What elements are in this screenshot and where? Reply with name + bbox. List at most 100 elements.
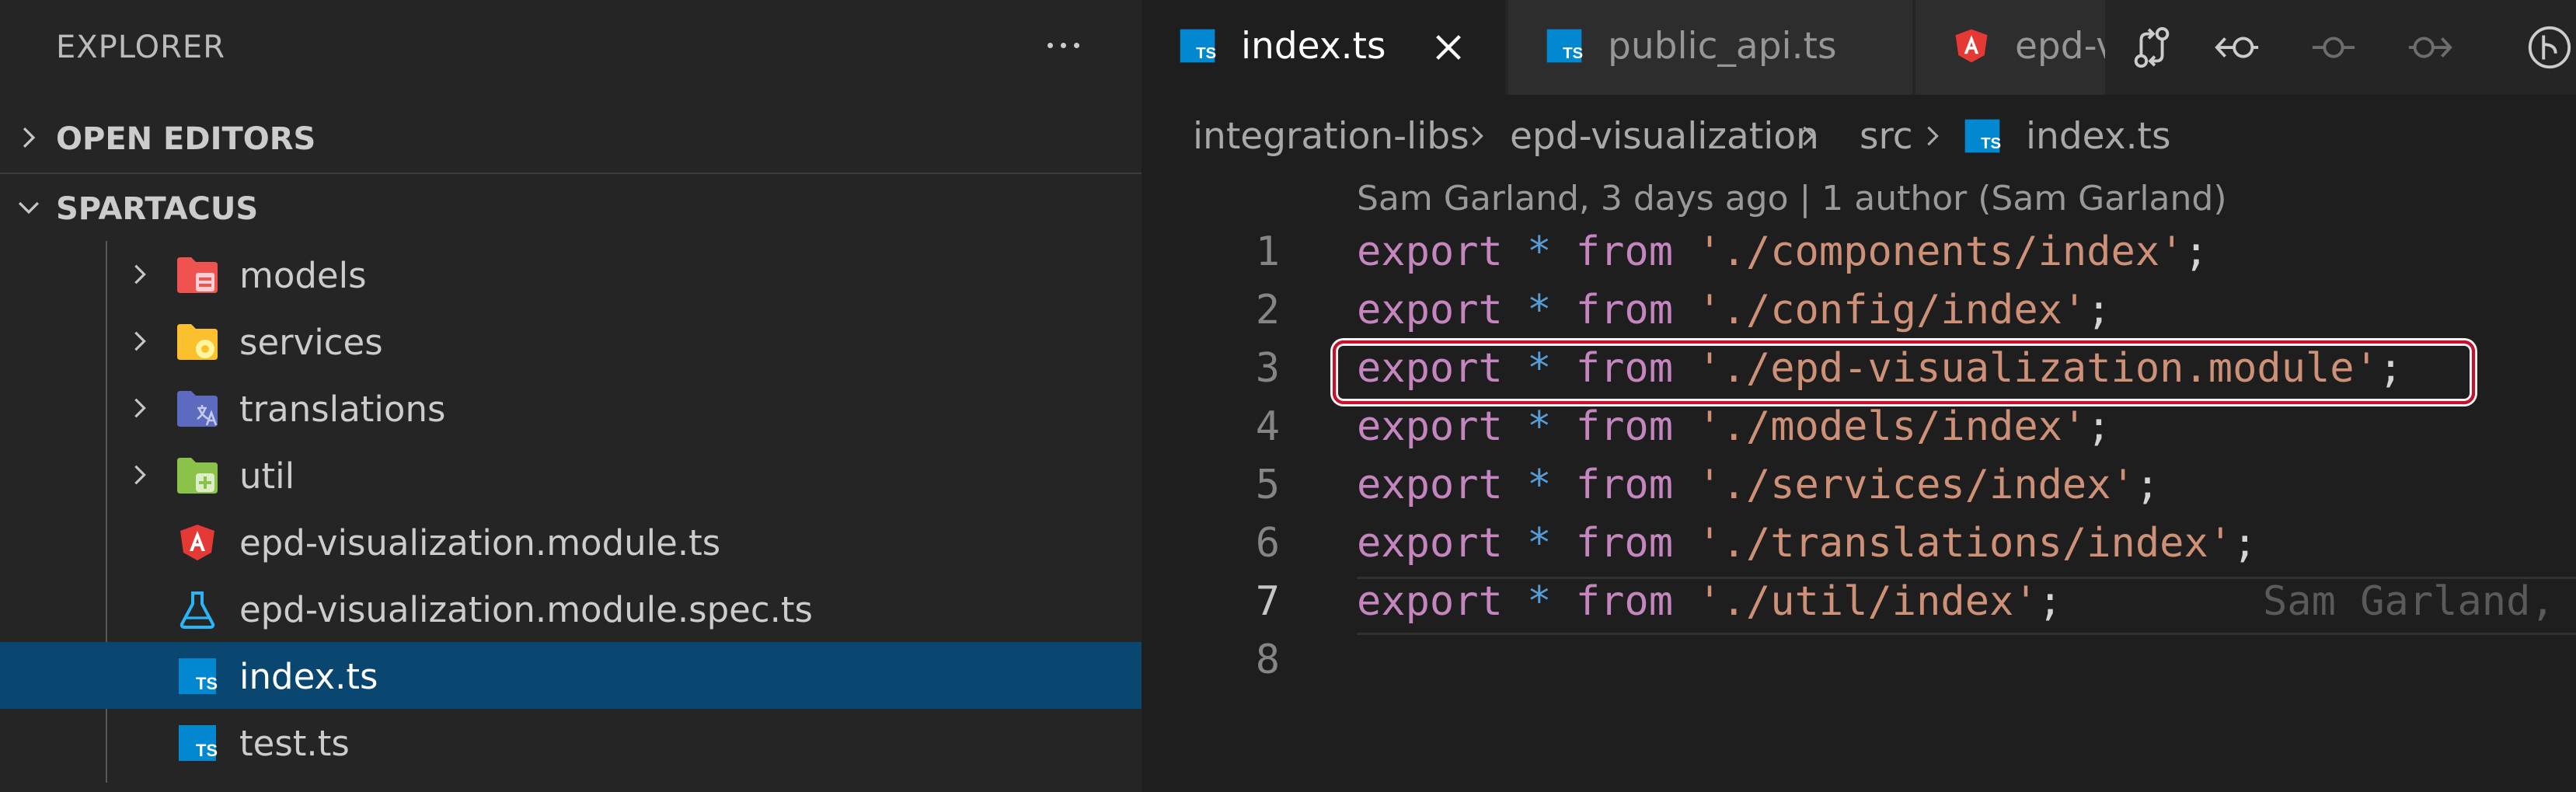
keyword-token: export (1357, 520, 1503, 567)
angular-icon (180, 525, 214, 560)
keyword-token: from (1575, 403, 1674, 450)
string-token: './models/index' (1697, 403, 2087, 450)
code-line[interactable]: 5 export * from './services/index'; (1142, 459, 2576, 517)
breadcrumb: integration-libs epd-visualization src T… (1142, 104, 2576, 171)
code-line[interactable]: 2 export * from './config/index'; (1142, 284, 2576, 342)
tab-label: public_api.ts (1608, 25, 1837, 68)
breadcrumb-item[interactable]: integration-libs (1193, 115, 1469, 158)
code-line[interactable]: 6 export * from './translations/index'; (1142, 517, 2576, 575)
breadcrumb-item[interactable]: src (1860, 115, 1913, 158)
tree-item-index-file[interactable]: TS index.ts (0, 642, 1142, 709)
previous-change-icon[interactable] (2212, 23, 2262, 72)
keyword-token: from (1575, 520, 1674, 567)
sidebar-header: EXPLORER (0, 0, 1142, 95)
keyword-token: from (1575, 462, 1674, 508)
string-token: './translations/index' (1697, 520, 2233, 567)
code-line-current[interactable]: 7 export * from './util/index'; Sam Garl… (1142, 575, 2576, 633)
typescript-icon: TS (1964, 119, 2001, 153)
test-flask-icon (180, 591, 215, 629)
code-line[interactable]: 4 export * from './models/index'; (1142, 400, 2576, 459)
angular-icon (1955, 29, 1988, 63)
line-number: 1 (1255, 229, 1280, 275)
tab-epd-module[interactable]: epd-v (1915, 0, 2110, 95)
keyword-token: export (1357, 578, 1503, 625)
tree-item-translations[interactable]: translations (0, 375, 1142, 441)
line-number: 4 (1255, 403, 1280, 450)
tab-public-api-ts[interactable]: TS public_api.ts (1508, 0, 1914, 95)
close-icon[interactable] (1431, 30, 1466, 65)
code-line[interactable]: 1 export * from './components/index'; (1142, 225, 2576, 284)
tree-item-services[interactable]: services (0, 308, 1142, 375)
open-editors-section-header[interactable]: OPEN EDITORS (0, 104, 1142, 171)
chevron-right-icon (1803, 126, 1814, 146)
chevron-right-icon (1927, 126, 1939, 146)
punctuation-token: ; (2086, 287, 2111, 333)
chevron-right-icon (134, 465, 146, 485)
tree-item-models[interactable]: models (0, 241, 1142, 308)
tree-item-label: epd-visualization.module.ts (239, 522, 721, 563)
keyword-token: export (1357, 403, 1503, 450)
line-number: 7 (1255, 578, 1280, 625)
svg-text:TS: TS (196, 674, 218, 693)
tree-item-label: translations (239, 389, 446, 430)
string-token: './util/index' (1697, 578, 2038, 625)
editor-actions (2105, 0, 2576, 95)
operator-token: * (1527, 520, 1552, 567)
codelens-blame[interactable]: Sam Garland, 3 days ago | 1 author (Sam … (1357, 179, 2227, 218)
string-token: './components/index' (1697, 229, 2184, 275)
typescript-icon: TS (179, 725, 218, 761)
line-number: 8 (1255, 637, 1280, 683)
workspace-label: SPARTACUS (56, 191, 259, 227)
explorer-sidebar: EXPLORER OPEN EDITORS SPARTACUS models s… (0, 0, 1142, 792)
svg-text:TS: TS (1196, 45, 1216, 62)
tree-item-util[interactable]: util (0, 441, 1142, 508)
breadcrumb-item[interactable]: epd-visualization (1510, 115, 1819, 158)
typescript-icon: TS (1546, 29, 1583, 63)
sidebar-title: EXPLORER (56, 30, 225, 65)
keyword-token: export (1357, 462, 1503, 508)
code-line[interactable]: 8 (1142, 633, 2576, 692)
tree-item-module-file[interactable]: epd-visualization.module.ts (0, 508, 1142, 575)
tree-item-label: index.ts (239, 656, 378, 697)
string-token: './services/index' (1697, 462, 2135, 508)
tree-item-test-file[interactable]: TS test.ts (0, 709, 1142, 776)
tree-item-label: test.ts (239, 723, 350, 764)
svg-text:TS: TS (196, 741, 218, 760)
svg-text:TS: TS (1563, 45, 1583, 62)
chevron-right-icon (23, 127, 36, 148)
keyword-token: export (1357, 287, 1503, 333)
line-number: 6 (1255, 520, 1280, 567)
commit-icon[interactable] (2309, 23, 2358, 72)
ellipsis-icon[interactable] (1038, 20, 1088, 70)
compare-changes-icon[interactable] (2127, 23, 2177, 72)
typescript-icon: TS (1180, 29, 1216, 63)
tree-item-spec-file[interactable]: epd-visualization.module.spec.ts (0, 575, 1142, 642)
tree-item-label: util (239, 455, 295, 497)
tree-item-label: models (239, 255, 367, 296)
tab-label: epd-v (2015, 25, 2110, 68)
editor-area: TS index.ts TS public_api.ts epd-v integ… (1142, 0, 2576, 792)
folder-util-icon (177, 458, 218, 494)
punctuation-token: ; (2233, 520, 2257, 567)
workspace-section-header[interactable]: SPARTACUS (0, 173, 1142, 239)
keyword-token: from (1575, 287, 1674, 333)
svg-text:TS: TS (1981, 135, 2001, 152)
typescript-icon: TS (179, 658, 218, 694)
git-graph-icon[interactable] (2525, 23, 2574, 72)
chevron-down-icon (18, 201, 40, 215)
line-number: 3 (1255, 345, 1280, 392)
tab-index-ts[interactable]: TS index.ts (1142, 0, 1507, 95)
folder-i18n-icon (177, 391, 218, 427)
punctuation-token: ; (2086, 403, 2111, 450)
punctuation-token: ; (2184, 229, 2208, 275)
chevron-right-icon (1472, 126, 1483, 146)
keyword-token: export (1357, 229, 1503, 275)
next-change-icon[interactable] (2405, 23, 2455, 72)
breadcrumb-item[interactable]: index.ts (2026, 115, 2170, 158)
tree-item-label: epd-visualization.module.spec.ts (239, 589, 813, 630)
inline-blame: Sam Garland, (2263, 578, 2555, 625)
string-token: './config/index' (1697, 287, 2087, 333)
chevron-right-icon (134, 264, 146, 284)
highlight-annotation (1333, 340, 2475, 404)
keyword-token: from (1575, 229, 1674, 275)
